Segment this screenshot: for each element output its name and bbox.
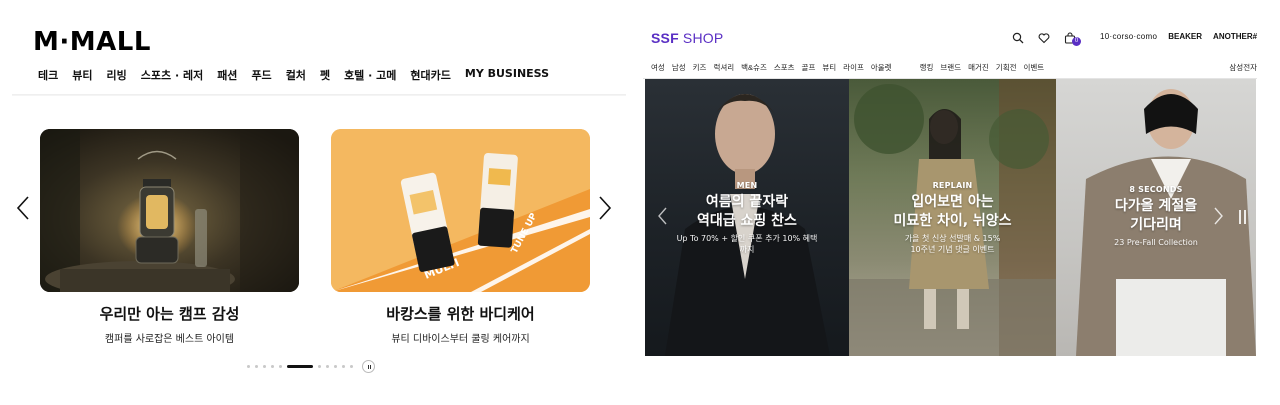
hero-subtext: Up To 70% + 할인 쿠폰 추가 10% 혜택: [676, 234, 818, 243]
nav-spacer: [899, 62, 913, 73]
hero-overlay-8seconds: 8 SECONDS 다가올 계절을 기다리며 23 Pre-Fall Colle…: [1056, 185, 1256, 248]
hero-overlay-men: MEN 여름의 끝자락 역대급 쇼핑 찬스 Up To 70% + 할인 쿠폰 …: [645, 181, 849, 255]
hero-subtext: 10주년 기념 댓글 이벤트: [910, 245, 995, 254]
pagination-dot[interactable]: [263, 365, 266, 368]
pagination-dot[interactable]: [342, 365, 345, 368]
nav-item-my-business[interactable]: MY BUSINESS: [465, 67, 549, 83]
hero-headline: 다가올 계절을: [1114, 198, 1198, 214]
promo-card-title[interactable]: 바캉스를 위한 바디케어: [331, 303, 590, 324]
pagination-dot[interactable]: [350, 365, 353, 368]
hero-pause-icon[interactable]: [1238, 210, 1248, 224]
hero-subtext: 가을 첫 신상 선발매 & 15%: [904, 234, 1001, 243]
hero-next-arrow-icon[interactable]: [1214, 207, 1224, 225]
nav-item-hyundaicard[interactable]: 현대카드: [410, 67, 450, 83]
pagination-dot[interactable]: [247, 365, 250, 368]
hero-headline: 여름의 끝자락: [705, 194, 789, 210]
pagination-dot[interactable]: [334, 365, 337, 368]
nav-divider: [12, 94, 626, 96]
ssf-nav-golf[interactable]: 골프: [802, 62, 816, 73]
hero-panel-men[interactable]: MEN 여름의 끝자락 역대급 쇼핑 찬스 Up To 70% + 할인 쿠폰 …: [645, 79, 849, 356]
search-icon[interactable]: [1012, 31, 1024, 44]
mmall-category-nav: 테크 뷰티 리빙 스포츠 · 레저 패션 푸드 컬처 펫 호텔 · 고메 현대카…: [38, 67, 563, 83]
ssf-nav-kids[interactable]: 키즈: [693, 62, 707, 73]
mmall-logo[interactable]: M·MALL: [33, 27, 151, 57]
ssf-header-icons: 0: [1012, 31, 1081, 46]
hero-headline: 미묘한 차이, 뉘앙스: [893, 213, 1012, 229]
ssf-nav-sports[interactable]: 스포츠: [774, 62, 795, 73]
ssf-nav-bags-shoes[interactable]: 백&슈즈: [741, 62, 767, 73]
ssf-nav-luxury[interactable]: 럭셔리: [713, 62, 734, 73]
hero-subtext: 23 Pre-Fall Collection: [1114, 238, 1198, 247]
nav-item-culture[interactable]: 컬처: [286, 67, 306, 83]
ssf-logo-rest: SHOP: [678, 30, 724, 46]
brand-logo-beaker[interactable]: BEAKER: [1168, 32, 1202, 41]
promo-card-subtitle: 캠퍼를 사로잡은 베스트 아이템: [104, 334, 235, 345]
nav-item-pet[interactable]: 펫: [320, 67, 330, 83]
ssf-nav-event[interactable]: 이벤트: [1024, 62, 1045, 73]
ssf-panel: SSF SHOP 0 10·corso·como BEAKER ANOTHER#…: [643, 0, 1257, 405]
pagination-dot[interactable]: [255, 365, 258, 368]
heart-icon[interactable]: [1038, 31, 1050, 44]
brand-logo-another[interactable]: ANOTHER#: [1213, 32, 1257, 41]
ssf-logo-bold: SSF: [651, 30, 679, 46]
carousel-pause-icon[interactable]: [362, 360, 375, 373]
pagination-dot[interactable]: [271, 365, 274, 368]
ssf-nav-life[interactable]: 라이프: [843, 62, 864, 73]
ssf-nav-exhibition[interactable]: 기획전: [996, 62, 1017, 73]
promo-card-title[interactable]: 우리만 아는 캠프 감성: [40, 303, 299, 324]
ssf-nav-magazine[interactable]: 매거진: [968, 62, 989, 73]
hero-headline: 입어보면 아는: [911, 194, 994, 210]
sunscreen-products-photo: MULTI TUNE UP: [331, 129, 590, 292]
brand-logo-corso-como[interactable]: 10·corso·como: [1100, 32, 1157, 41]
pagination-dot[interactable]: [326, 365, 329, 368]
ssf-nav-samsung[interactable]: 삼성전자: [1229, 62, 1257, 73]
nav-item-beauty[interactable]: 뷰티: [72, 67, 92, 83]
ssf-nav-men[interactable]: 남성: [672, 62, 686, 73]
ssf-nav-outlet[interactable]: 아울렛: [871, 62, 892, 73]
cart-count-badge: 0: [1072, 37, 1081, 46]
carousel-next-arrow-icon[interactable]: [598, 196, 612, 220]
hero-subtext: 까지: [739, 245, 755, 254]
carousel-pagination: [247, 360, 375, 373]
promo-card-subtitle: 뷰티 디바이스부터 쿨링 케어까지: [391, 334, 530, 345]
hero-tag: MEN: [736, 181, 758, 190]
hero-headline: 역대급 쇼핑 찬스: [697, 213, 797, 229]
ssf-logo[interactable]: SSF SHOP: [651, 30, 723, 46]
camp-lantern-photo: [40, 129, 299, 292]
nav-item-tech[interactable]: 테크: [38, 67, 58, 83]
nav-item-food[interactable]: 푸드: [251, 67, 271, 83]
shopping-bag-icon[interactable]: 0: [1064, 31, 1081, 46]
brand-logo-row: 10·corso·como BEAKER ANOTHER#: [1100, 32, 1257, 41]
pagination-dot[interactable]: [318, 365, 321, 368]
ssf-nav-beauty[interactable]: 뷰티: [822, 62, 836, 73]
ssf-category-nav: 여성 남성 키즈 럭셔리 백&슈즈 스포츠 골프 뷰티 라이프 아울렛 랭킹 브…: [651, 62, 1051, 73]
hero-overlay-replain: REPLAIN 입어보면 아는 미묘한 차이, 뉘앙스 가을 첫 신상 선발매 …: [849, 181, 1056, 255]
pagination-dot-active[interactable]: [287, 365, 313, 368]
promo-card-bodycare-image[interactable]: MULTI TUNE UP: [331, 129, 590, 292]
hero-panel-replain[interactable]: REPLAIN 입어보면 아는 미묘한 차이, 뉘앙스 가을 첫 신상 선발매 …: [849, 79, 1056, 356]
nav-item-living[interactable]: 리빙: [107, 67, 127, 83]
ssf-nav-women[interactable]: 여성: [651, 62, 665, 73]
hero-tag: REPLAIN: [932, 181, 973, 190]
promo-card-camp-image[interactable]: [40, 129, 299, 292]
hero-panel-8seconds[interactable]: 8 SECONDS 다가올 계절을 기다리며 23 Pre-Fall Colle…: [1056, 79, 1256, 356]
nav-item-sports-leisure[interactable]: 스포츠 · 레저: [141, 67, 203, 83]
pagination-dot[interactable]: [279, 365, 282, 368]
hero-headline: 기다리며: [1130, 217, 1182, 233]
carousel-prev-arrow-icon[interactable]: [16, 196, 30, 220]
mmall-panel: M·MALL 테크 뷰티 리빙 스포츠 · 레저 패션 푸드 컬처 펫 호텔 ·…: [0, 0, 640, 405]
ssf-nav-ranking[interactable]: 랭킹: [920, 62, 934, 73]
ssf-nav-brand[interactable]: 브랜드: [940, 62, 961, 73]
hero-tag: 8 SECONDS: [1129, 185, 1183, 194]
hero-prev-arrow-icon[interactable]: [657, 207, 667, 225]
nav-item-fashion[interactable]: 패션: [217, 67, 237, 83]
nav-item-hotel-gourmet[interactable]: 호텔 · 고메: [344, 67, 396, 83]
